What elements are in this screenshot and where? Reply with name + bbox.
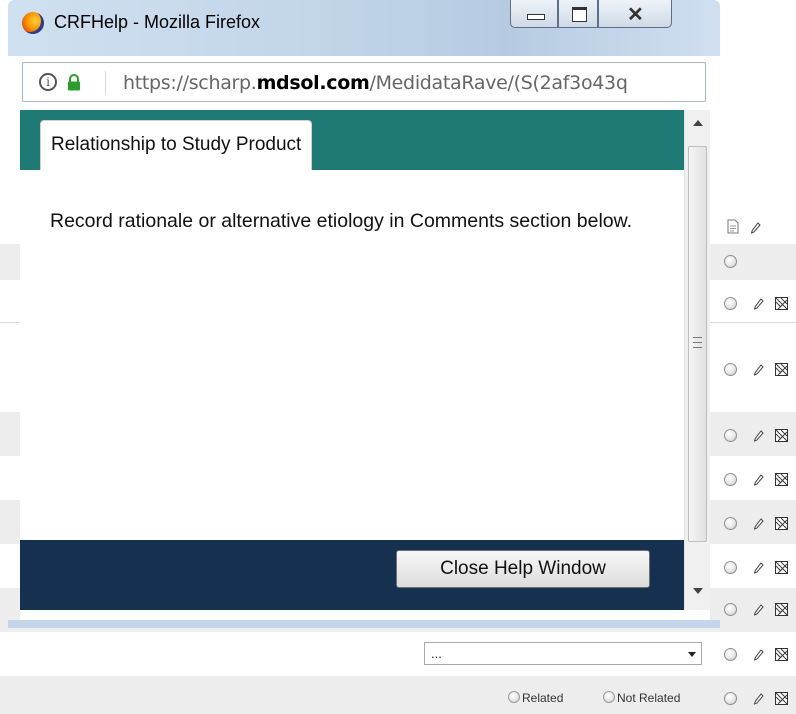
info-icon[interactable]: i [39,73,57,91]
status-circle-icon[interactable] [724,297,737,310]
crossed-box-icon[interactable] [775,517,788,530]
row-icons [724,252,796,272]
pencil-icon[interactable] [754,649,764,661]
tab-relationship-to-study-product[interactable]: Relationship to Study Product [40,120,313,170]
radio-related-label: Related [522,691,564,705]
pencil-icon[interactable] [751,222,761,234]
url-suffix: /MedidataRave/(S(2af3o43q [369,72,628,94]
tab-bar: Relationship to Study Product [20,110,684,170]
status-circle-icon[interactable] [724,429,737,442]
pencil-icon[interactable] [754,298,764,310]
row-icons [724,689,796,709]
radio-related[interactable]: Related [508,691,563,707]
minimize-button[interactable] [510,0,558,28]
row-icons [724,426,796,446]
row-icons [724,470,796,490]
scrollbar-thumb[interactable] [688,146,707,542]
status-circle-icon[interactable] [724,473,737,486]
crossed-box-icon[interactable] [775,473,788,486]
crossed-box-icon[interactable] [775,692,788,705]
help-popup-window: CRFHelp - Mozilla Firefox ✕ i https://sc… [8,0,720,628]
status-circle-icon[interactable] [724,517,737,530]
help-body-text: Record rationale or alternative etiology… [50,210,633,232]
row-icons [724,645,796,665]
relationship-select[interactable]: ... [424,642,702,665]
status-circle-icon[interactable] [724,255,737,268]
radio-not-related[interactable]: Not Related [603,691,680,707]
grip-icon [693,337,702,348]
crossed-box-icon[interactable] [775,429,788,442]
scroll-up-arrow-icon[interactable] [693,120,703,126]
status-circle-icon[interactable] [724,692,737,705]
url-prefix: https://scharp. [123,72,257,94]
status-circle-icon[interactable] [724,561,737,574]
address-bar[interactable]: i https://scharp.mdsol.com/MedidataRave/… [22,62,706,102]
status-circle-icon[interactable] [724,363,737,376]
row-icons [724,558,796,578]
crossed-box-icon[interactable] [775,297,788,310]
radio-not-related-label: Not Related [617,691,681,705]
row-icons [724,600,796,620]
row-icons [724,218,796,238]
close-help-window-button[interactable]: Close Help Window [396,550,650,588]
chevron-down-icon [688,652,696,657]
window-title: CRFHelp - Mozilla Firefox [54,12,261,32]
row-icons [724,514,796,534]
firefox-logo-icon [22,12,44,34]
pencil-icon[interactable] [754,430,764,442]
radio-circle-icon[interactable] [508,691,520,703]
status-circle-icon[interactable] [724,603,737,616]
title-bar[interactable]: CRFHelp - Mozilla Firefox ✕ [8,0,720,56]
crossed-box-icon[interactable] [775,603,788,616]
pencil-icon[interactable] [754,518,764,530]
row-icons [724,294,796,314]
document-icon[interactable] [727,219,739,234]
window-bottom-border [8,620,720,628]
crossed-box-icon[interactable] [775,648,788,661]
lock-icon[interactable] [67,74,81,91]
pencil-icon[interactable] [754,562,764,574]
help-footer: Close Help Window [20,540,684,610]
pencil-icon[interactable] [754,364,764,376]
url-text[interactable]: https://scharp.mdsol.com/MedidataRave/(S… [123,72,628,94]
pencil-icon[interactable] [754,604,764,616]
row-icons [724,360,796,380]
vertical-scrollbar[interactable] [684,110,710,610]
close-icon: ✕ [627,4,644,26]
crossed-box-icon[interactable] [775,561,788,574]
pencil-icon[interactable] [754,474,764,486]
help-content: Relationship to Study Product Record rat… [20,110,710,622]
url-domain: mdsol.com [256,72,370,94]
radio-circle-icon[interactable] [603,691,615,703]
select-value: ... [431,646,442,661]
close-window-button[interactable]: ✕ [598,0,672,28]
maximize-button[interactable] [558,0,598,28]
crossed-box-icon[interactable] [775,363,788,376]
scroll-down-arrow-icon[interactable] [693,588,703,594]
status-circle-icon[interactable] [724,648,737,661]
minimize-icon [527,14,545,20]
maximize-icon [572,7,587,22]
pencil-icon[interactable] [754,693,764,705]
url-separator [105,71,106,95]
